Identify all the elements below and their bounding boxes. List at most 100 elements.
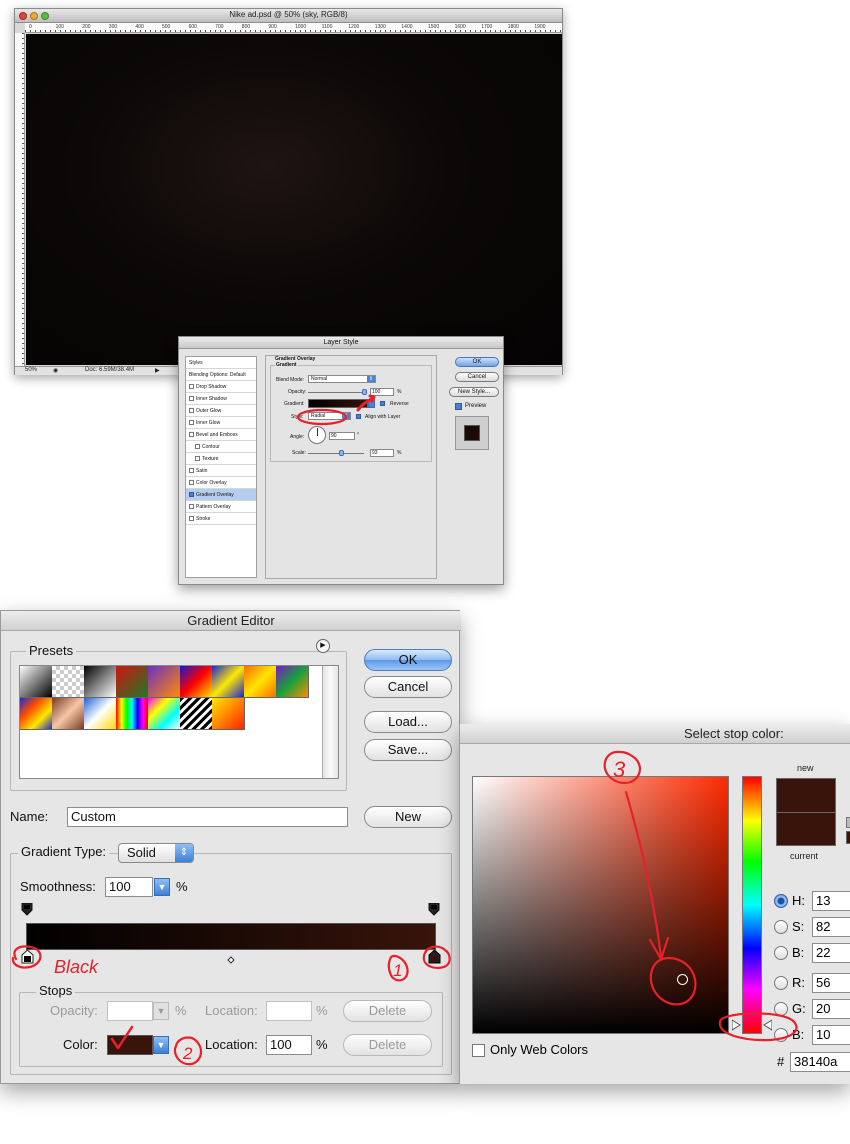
effect-checkbox[interactable] <box>189 432 194 437</box>
effect-checkbox[interactable] <box>195 444 200 449</box>
effect-item-contour[interactable]: Contour <box>186 441 256 453</box>
gradient-ramp-preview[interactable] <box>26 923 436 950</box>
color-delete-button[interactable]: Delete <box>343 1034 432 1056</box>
gradient-preset-swatch[interactable] <box>180 666 213 698</box>
effect-checkbox[interactable] <box>189 408 194 413</box>
color-field-input[interactable]: 22 <box>812 943 850 963</box>
gradient-type-select[interactable]: Solid ⇕ <box>118 843 194 863</box>
opacity-stop-right[interactable] <box>428 903 440 916</box>
smoothness-dropdown-button[interactable]: ▼ <box>154 878 170 896</box>
name-input[interactable]: Custom <box>67 807 348 827</box>
gradient-preset-swatch[interactable] <box>276 666 309 698</box>
effect-item-satin[interactable]: Satin <box>186 465 256 477</box>
color-field-input[interactable]: 82 <box>812 917 850 937</box>
gradient-preset-swatch[interactable] <box>116 666 149 698</box>
blending-options-item[interactable]: Blending Options: Default <box>186 369 256 381</box>
smoothness-input[interactable]: 100 <box>105 877 153 897</box>
layer-style-cancel-button[interactable]: Cancel <box>455 372 499 382</box>
vertical-ruler[interactable] <box>15 33 25 366</box>
presets-menu-icon[interactable]: ▶ <box>316 639 330 653</box>
color-stop-left-black[interactable] <box>21 949 34 964</box>
effect-item-texture[interactable]: Texture <box>186 453 256 465</box>
effect-checkbox[interactable] <box>195 456 200 461</box>
reverse-checkbox[interactable] <box>380 401 385 406</box>
color-mode-radio[interactable] <box>774 1002 788 1016</box>
gradient-preset-swatch[interactable] <box>84 698 117 730</box>
gradient-preset-swatch[interactable] <box>52 698 85 730</box>
zoom-level[interactable]: 50% <box>25 367 37 373</box>
gradient-preset-swatch[interactable] <box>212 666 245 698</box>
effect-item-inner-shadow[interactable]: Inner Shadow <box>186 393 256 405</box>
color-mode-radio[interactable] <box>774 920 788 934</box>
saturation-brightness-field[interactable] <box>472 776 729 1034</box>
color-mode-radio[interactable] <box>774 976 788 990</box>
scale-slider-thumb[interactable] <box>339 450 344 456</box>
gradient-dropdown-button[interactable] <box>368 399 375 408</box>
effect-checkbox[interactable] <box>189 504 194 509</box>
effect-checkbox[interactable] <box>189 396 194 401</box>
color-mode-radio[interactable] <box>774 894 788 908</box>
gradient-preset-swatch[interactable] <box>20 666 53 698</box>
document-canvas[interactable] <box>26 34 562 365</box>
hue-slider-arrows[interactable] <box>732 1018 772 1032</box>
opacity-delete-button[interactable]: Delete <box>343 1000 432 1022</box>
hue-slider[interactable] <box>742 776 762 1034</box>
gradient-preset-swatch[interactable] <box>244 666 277 698</box>
color-stop-right-selected[interactable] <box>428 949 441 964</box>
gradient-preset-swatch[interactable] <box>180 698 213 730</box>
gradient-preset-swatch[interactable] <box>212 698 245 730</box>
opacity-input[interactable]: 100 <box>370 388 394 396</box>
scale-slider-track[interactable] <box>308 453 364 454</box>
gradient-preset-swatch[interactable] <box>116 698 149 730</box>
document-titlebar[interactable]: Nike ad.psd @ 50% (sky, RGB/8) <box>15 9 562 23</box>
effect-checkbox[interactable] <box>189 480 194 485</box>
gradient-ok-button[interactable]: OK <box>364 649 452 671</box>
only-web-colors-checkbox[interactable] <box>472 1044 485 1057</box>
hex-input[interactable]: 38140a <box>790 1052 850 1072</box>
gradient-preset-swatch[interactable] <box>20 698 53 730</box>
style-select[interactable]: Radial ⇕ <box>308 412 351 420</box>
effect-checkbox[interactable] <box>189 384 194 389</box>
angle-input[interactable]: 90 <box>329 432 355 440</box>
opacity-location-input[interactable] <box>266 1001 312 1021</box>
effect-item-bevel-and-emboss[interactable]: Bevel and Emboss <box>186 429 256 441</box>
effect-checkbox[interactable] <box>189 468 194 473</box>
gradient-preset-swatch[interactable] <box>84 666 117 698</box>
gradient-preset-swatch[interactable] <box>148 666 181 698</box>
midpoint-diamond[interactable] <box>227 956 235 964</box>
color-mode-radio[interactable] <box>774 1028 788 1042</box>
gradient-cancel-button[interactable]: Cancel <box>364 676 452 698</box>
stop-color-swatch[interactable] <box>107 1035 153 1055</box>
effect-checkbox[interactable] <box>189 420 194 425</box>
gradient-preset-swatch[interactable] <box>52 666 85 698</box>
stop-opacity-input[interactable] <box>107 1001 153 1021</box>
effect-item-stroke[interactable]: Stroke <box>186 513 256 525</box>
status-menu-icon[interactable]: ◉ <box>53 367 58 374</box>
status-arrow-icon[interactable]: ▶ <box>155 367 160 374</box>
load-button[interactable]: Load... <box>364 711 452 733</box>
color-field-cursor[interactable] <box>677 974 688 985</box>
scale-input[interactable]: 93 <box>370 449 394 457</box>
blend-mode-select[interactable]: Normal ⇕ <box>308 375 376 383</box>
color-mode-radio[interactable] <box>774 946 788 960</box>
new-gradient-button[interactable]: New <box>364 806 452 828</box>
stop-opacity-dropdown-button[interactable]: ▼ <box>153 1002 169 1020</box>
gradient-preview[interactable] <box>308 399 368 408</box>
cube-icon[interactable] <box>846 817 850 828</box>
effect-item-pattern-overlay[interactable]: Pattern Overlay <box>186 501 256 513</box>
stop-color-dropdown-button[interactable]: ▼ <box>153 1036 169 1054</box>
color-field-input[interactable]: 13 <box>812 891 850 911</box>
styles-header[interactable]: Styles <box>186 357 256 369</box>
angle-dial[interactable] <box>308 426 326 444</box>
effect-checkbox[interactable] <box>189 516 194 521</box>
align-with-layer-checkbox[interactable] <box>356 414 361 419</box>
new-style-button[interactable]: New Style... <box>449 387 499 397</box>
presets-scrollbar[interactable] <box>322 666 338 778</box>
preview-checkbox[interactable] <box>455 403 462 410</box>
opacity-slider-thumb[interactable] <box>362 389 367 395</box>
gamut-warning-swatch[interactable] <box>846 831 850 844</box>
gradient-preset-swatch[interactable] <box>148 698 181 730</box>
effect-item-drop-shadow[interactable]: Drop Shadow <box>186 381 256 393</box>
save-button[interactable]: Save... <box>364 739 452 761</box>
opacity-slider-track[interactable] <box>308 392 364 393</box>
